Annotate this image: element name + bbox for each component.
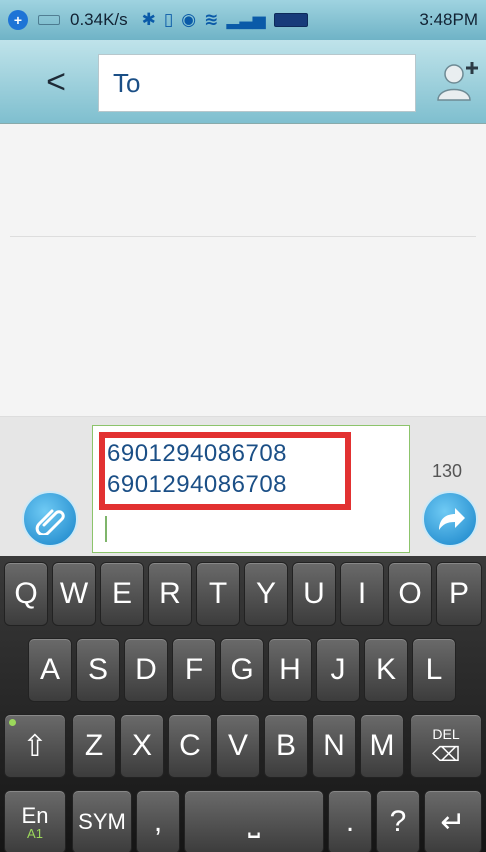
character-count: 130 [432, 461, 463, 481]
battery-icon [273, 13, 308, 27]
key-r[interactable]: R [148, 562, 192, 626]
backspace-icon: ⌫ [431, 743, 461, 766]
network-speed: 0.34K/s [70, 10, 128, 29]
bluetooth-icon: ✱ [141, 10, 156, 29]
attach-button[interactable] [22, 491, 78, 547]
period-key[interactable]: . [328, 790, 372, 852]
key-y[interactable]: Y [244, 562, 288, 626]
key-w[interactable]: W [52, 562, 96, 626]
enter-key[interactable]: ↵ [424, 790, 482, 852]
message-thread-area [0, 124, 486, 416]
key-n[interactable]: N [312, 714, 356, 778]
del-label: DEL [432, 725, 460, 742]
space-key[interactable]: ⎵ [184, 790, 324, 852]
key-m[interactable]: M [360, 714, 404, 778]
paperclip-icon [35, 509, 65, 535]
signal-icon: ▂▃▅ [226, 10, 266, 29]
add-contact-button[interactable] [432, 56, 482, 106]
clock: 3:48PM [419, 10, 478, 29]
highlight-box [99, 432, 351, 510]
back-button[interactable]: < [36, 62, 76, 102]
key-u[interactable]: U [292, 562, 336, 626]
text-cursor [105, 516, 107, 542]
comma-key[interactable]: , [136, 790, 180, 852]
keyboard-indicator-icon [38, 15, 60, 25]
recipient-field[interactable]: To [98, 54, 416, 112]
vibrate-icon: ▯ [163, 10, 174, 29]
key-o[interactable]: O [388, 562, 432, 626]
send-arrow-icon [439, 508, 465, 530]
status-bar: + 0.34K/s ✱ ▯ ◉ ≋ ▂▃▅ 3:48PM [0, 0, 486, 40]
shift-indicator [9, 719, 16, 726]
shift-icon: ⇧ [22, 729, 48, 763]
key-k[interactable]: K [364, 638, 408, 702]
key-d[interactable]: D [124, 638, 168, 702]
language-label: En [21, 802, 49, 828]
shift-key[interactable]: ⇧ [4, 714, 66, 778]
sym-key[interactable]: SYM [72, 790, 132, 852]
divider [10, 236, 476, 237]
key-g[interactable]: G [220, 638, 264, 702]
key-l[interactable]: L [412, 638, 456, 702]
add-contact-icon [437, 62, 478, 101]
key-a[interactable]: A [28, 638, 72, 702]
compose-area: 6901294086708 6901294086708 130 [0, 416, 486, 556]
sync-icon: ◉ [181, 10, 197, 29]
language-key[interactable]: En A1 [4, 790, 66, 852]
key-i[interactable]: I [340, 562, 384, 626]
key-h[interactable]: H [268, 638, 312, 702]
message-input[interactable]: 6901294086708 6901294086708 [92, 425, 410, 553]
key-z[interactable]: Z [72, 714, 116, 778]
key-f[interactable]: F [172, 638, 216, 702]
key-t[interactable]: T [196, 562, 240, 626]
recipient-placeholder: To [113, 67, 141, 98]
key-s[interactable]: S [76, 638, 120, 702]
key-p[interactable]: P [436, 562, 482, 626]
key-e[interactable]: E [100, 562, 144, 626]
enter-icon: ↵ [440, 805, 466, 839]
question-key[interactable]: ? [376, 790, 420, 852]
key-c[interactable]: C [168, 714, 212, 778]
key-q[interactable]: Q [4, 562, 48, 626]
key-j[interactable]: J [316, 638, 360, 702]
key-b[interactable]: B [264, 714, 308, 778]
key-x[interactable]: X [120, 714, 164, 778]
keyboard: Q W E R T Y U I O P A S D F G H J K L ⇧ … [0, 556, 486, 852]
back-arrow-icon: < [46, 62, 66, 101]
wifi-icon: ≋ [204, 10, 219, 29]
key-v[interactable]: V [216, 714, 260, 778]
input-mode-label: A1 [27, 825, 43, 841]
delete-key[interactable]: DEL ⌫ [410, 714, 482, 778]
send-button[interactable] [422, 491, 478, 547]
compose-header: < To [0, 40, 486, 124]
space-icon: ⎵ [248, 805, 260, 838]
globe-icon: + [8, 10, 28, 30]
